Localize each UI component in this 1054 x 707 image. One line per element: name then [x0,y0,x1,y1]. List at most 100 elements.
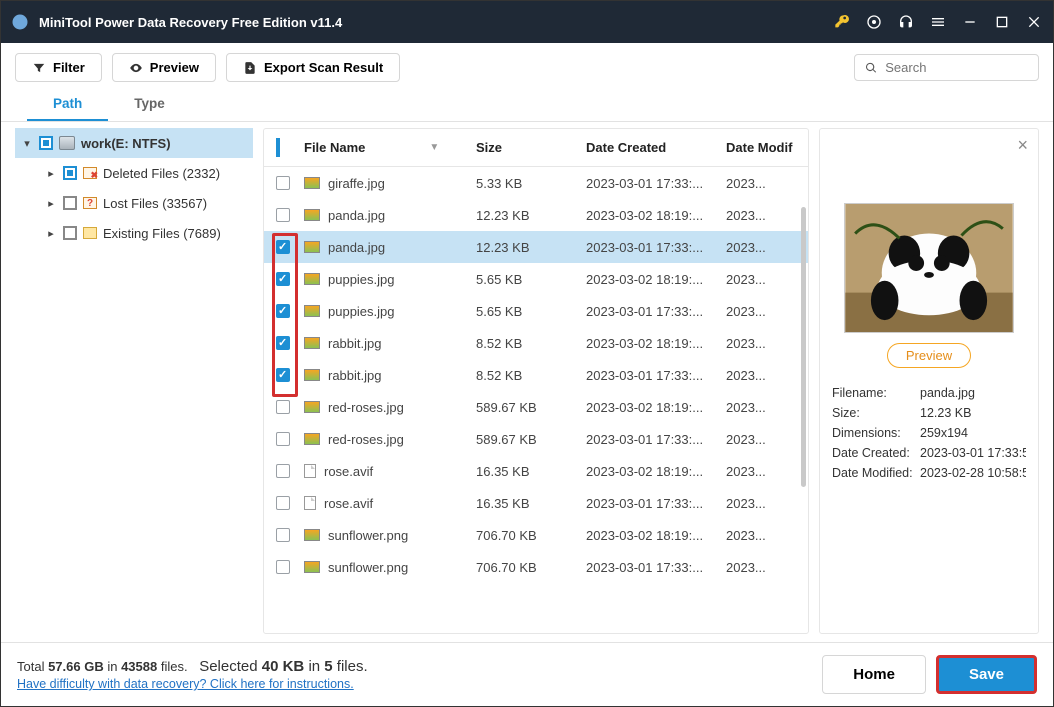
tree-checkbox[interactable] [63,196,77,210]
file-checkbox[interactable] [276,496,290,510]
folder-tree: ▾ work(E: NTFS) ▸ Deleted Files (2332) ▸… [15,128,253,634]
file-row[interactable]: panda.jpg12.23 KB2023-03-02 18:19:...202… [264,199,808,231]
file-size: 12.23 KB [476,240,586,255]
file-list-header: File Name▼ Size Date Created Date Modif [264,129,808,167]
file-name: panda.jpg [328,240,385,255]
tree-label: work(E: NTFS) [81,136,171,151]
file-size: 706.70 KB [476,560,586,575]
file-size: 589.67 KB [476,400,586,415]
file-row[interactable]: rose.avif16.35 KB2023-03-02 18:19:...202… [264,455,808,487]
col-size[interactable]: Size [476,140,586,155]
col-filename[interactable]: File Name [304,140,365,155]
file-checkbox[interactable] [276,272,290,286]
file-date-modified: 2023... [726,496,796,511]
file-type-icon [304,401,320,413]
preview-button[interactable]: Preview [112,53,216,82]
chevron-right-icon: ▸ [45,197,57,210]
file-checkbox[interactable] [276,176,290,190]
menu-icon[interactable] [929,13,947,31]
file-name: red-roses.jpg [328,400,404,415]
file-row[interactable]: sunflower.png706.70 KB2023-03-01 17:33:.… [264,551,808,583]
file-date-created: 2023-03-01 17:33:... [586,304,726,319]
tree-root-drive[interactable]: ▾ work(E: NTFS) [15,128,253,158]
file-checkbox[interactable] [276,368,290,382]
tree-checkbox[interactable] [63,166,77,180]
tree-existing-files[interactable]: ▸ Existing Files (7689) [15,218,253,248]
file-checkbox[interactable] [276,464,290,478]
file-size: 5.65 KB [476,272,586,287]
tree-checkbox[interactable] [39,136,53,150]
close-preview-icon[interactable]: × [1017,135,1028,156]
meta-size-value: 12.23 KB [920,406,1026,420]
key-icon[interactable] [833,13,851,31]
file-row[interactable]: puppies.jpg5.65 KB2023-03-02 18:19:...20… [264,263,808,295]
file-name: rose.avif [324,496,373,511]
file-checkbox[interactable] [276,400,290,414]
file-checkbox[interactable] [276,240,290,254]
export-button[interactable]: Export Scan Result [226,53,400,82]
file-date-modified: 2023... [726,176,796,191]
home-button[interactable]: Home [822,655,926,694]
maximize-icon[interactable] [993,13,1011,31]
file-date-created: 2023-03-02 18:19:... [586,336,726,351]
minimize-icon[interactable] [961,13,979,31]
select-all-checkbox[interactable] [276,138,280,157]
file-row[interactable]: red-roses.jpg589.67 KB2023-03-02 18:19:.… [264,391,808,423]
file-date-created: 2023-03-02 18:19:... [586,528,726,543]
tree-deleted-files[interactable]: ▸ Deleted Files (2332) [15,158,253,188]
search-input[interactable] [885,60,1028,75]
file-date-created: 2023-03-01 17:33:... [586,560,726,575]
file-row[interactable]: rabbit.jpg8.52 KB2023-03-02 18:19:...202… [264,327,808,359]
file-size: 8.52 KB [476,336,586,351]
headset-icon[interactable] [897,13,915,31]
file-size: 16.35 KB [476,496,586,511]
file-checkbox[interactable] [276,432,290,446]
file-row[interactable]: giraffe.jpg 5.33 KB2023-03-01 17:33:...20… [264,167,808,199]
preview-file-button[interactable]: Preview [887,343,971,368]
file-name: puppies.jpg [328,304,395,319]
tab-type[interactable]: Type [108,88,191,121]
file-name: giraffe.jpg [328,176,385,191]
file-checkbox[interactable] [276,304,290,318]
file-row[interactable]: rabbit.jpg8.52 KB2023-03-01 17:33:...202… [264,359,808,391]
col-date-modified[interactable]: Date Modif [726,140,796,155]
file-date-created: 2023-03-01 17:33:... [586,368,726,383]
file-size: 8.52 KB [476,368,586,383]
close-icon[interactable] [1025,13,1043,31]
file-checkbox[interactable] [276,208,290,222]
eye-icon [129,61,143,75]
file-date-created: 2023-03-01 17:33:... [586,176,726,191]
file-size: 706.70 KB [476,528,586,543]
deleted-folder-icon [83,167,97,179]
filter-label: Filter [53,60,85,75]
file-row[interactable]: sunflower.png706.70 KB2023-03-02 18:19:.… [264,519,808,551]
search-field[interactable] [854,54,1039,81]
file-date-created: 2023-03-02 18:19:... [586,208,726,223]
file-checkbox[interactable] [276,560,290,574]
view-tabs: Path Type [1,88,1053,122]
tree-checkbox[interactable] [63,226,77,240]
footer: Total 57.66 GB in 43588 files. Selected … [1,642,1053,706]
file-size: 5.33 KB [476,176,586,191]
file-row[interactable]: rose.avif16.35 KB2023-03-01 17:33:...202… [264,487,808,519]
file-row[interactable]: puppies.jpg5.65 KB2023-03-01 17:33:...20… [264,295,808,327]
file-date-modified: 2023... [726,240,796,255]
file-checkbox[interactable] [276,528,290,542]
file-type-icon [304,177,320,189]
file-checkbox[interactable] [276,336,290,350]
disc-icon[interactable] [865,13,883,31]
save-button[interactable]: Save [936,655,1037,694]
file-name: rabbit.jpg [328,368,381,383]
scrollbar[interactable] [801,207,806,487]
help-link[interactable]: Have difficulty with data recovery? Clic… [17,677,368,691]
chevron-right-icon: ▸ [45,167,57,180]
file-row[interactable]: panda.jpg12.23 KB2023-03-01 17:33:...202… [264,231,808,263]
file-row[interactable]: red-roses.jpg589.67 KB2023-03-01 17:33:.… [264,423,808,455]
file-date-modified: 2023... [726,336,796,351]
filter-button[interactable]: Filter [15,53,102,82]
file-name: panda.jpg [328,208,385,223]
file-date-created: 2023-03-02 18:19:... [586,272,726,287]
tree-lost-files[interactable]: ▸ ? Lost Files (33567) [15,188,253,218]
tab-path[interactable]: Path [27,88,108,121]
col-date-created[interactable]: Date Created [586,140,726,155]
